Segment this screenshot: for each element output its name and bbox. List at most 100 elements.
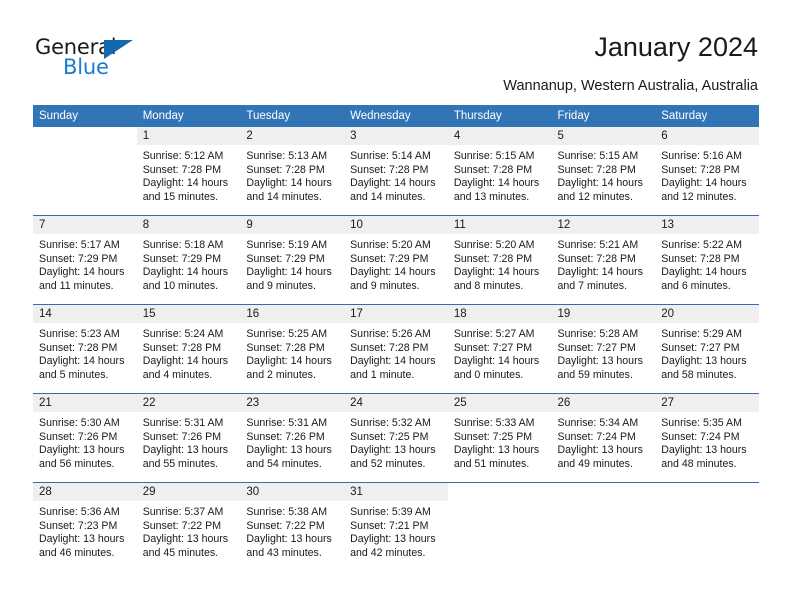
calendar-day-cell[interactable]: 11 Sunrise: 5:20 AM Sunset: 7:28 PM Dayligh… — [447, 215, 552, 305]
day-number: 3 — [344, 127, 448, 145]
day-sun-info-line: Sunrise: 5:23 AM — [39, 328, 120, 340]
day-sun-info: Sunrise: 5:24 AM Sunset: 7:28 PM Daylight:… — [137, 323, 241, 382]
day-sun-info-line: and 45 minutes. — [142, 546, 219, 559]
day-sun-info-line: and 42 minutes. — [350, 546, 426, 559]
calendar-day-cell[interactable]: 12 Sunrise: 5:21 AM Sunset: 7:28 PM Dayligh… — [551, 215, 656, 305]
calendar-day-cell[interactable]: 20 Sunrise: 5:29 AM Sunset: 7:27 PM Dayligh… — [655, 304, 759, 394]
day-sun-info-line: Sunset: 7:28 PM — [246, 341, 325, 354]
day-cell-content: 27 Sunrise: 5:35 AM Sunset: 7:24 PM Dayligh… — [655, 394, 759, 482]
day-sun-info-line: Sunrise: 5:35 AM — [661, 417, 742, 429]
day-sun-info-line: and 46 minutes. — [39, 546, 115, 559]
day-sun-info-line: Sunset: 7:26 PM — [246, 430, 325, 443]
day-number: 21 — [33, 394, 137, 412]
day-sun-info: Sunrise: 5:14 AM Sunset: 7:28 PM Daylight:… — [344, 145, 448, 204]
day-sun-info-line: Daylight: 13 hours — [39, 533, 125, 546]
day-cell-content: 3 Sunrise: 5:14 AM Sunset: 7:28 PM Daylight… — [344, 127, 448, 215]
day-number: 27 — [655, 394, 759, 412]
day-sun-info-line: and 6 minutes. — [661, 279, 731, 292]
day-sun-info-line: Daylight: 14 hours — [39, 266, 125, 279]
day-number: 16 — [240, 305, 345, 323]
calendar-day-cell[interactable]: 18 Sunrise: 5:27 AM Sunset: 7:27 PM Dayligh… — [447, 304, 552, 394]
day-sun-info-line: Sunrise: 5:24 AM — [142, 328, 224, 340]
day-sun-info-line: Sunrise: 5:38 AM — [246, 506, 328, 518]
calendar-day-cell[interactable]: 29 Sunrise: 5:37 AM Sunset: 7:22 PM Dayligh… — [136, 482, 241, 571]
calendar-day-cell[interactable]: 13 Sunrise: 5:22 AM Sunset: 7:28 PM Dayligh… — [655, 215, 759, 305]
calendar-day-cell[interactable]: 23 Sunrise: 5:31 AM Sunset: 7:26 PM Dayligh… — [240, 393, 345, 483]
calendar-day-cell[interactable]: 21 Sunrise: 5:30 AM Sunset: 7:26 PM Dayligh… — [33, 393, 137, 483]
day-number: 7 — [33, 216, 137, 234]
calendar-week-row: 21 Sunrise: 5:30 AM Sunset: 7:26 PM Dayligh… — [33, 393, 759, 483]
day-number: 28 — [33, 483, 137, 501]
day-sun-info: Sunrise: 5:23 AM Sunset: 7:28 PM Daylight:… — [33, 323, 137, 382]
day-sun-info-line: and 12 minutes. — [661, 190, 737, 203]
day-sun-info-line: Sunrise: 5:39 AM — [350, 506, 431, 518]
calendar-day-cell[interactable]: 25 Sunrise: 5:33 AM Sunset: 7:25 PM Dayligh… — [447, 393, 552, 483]
calendar-page: General Blue January 2024 Wannanup, West… — [0, 0, 792, 612]
calendar-day-cell[interactable]: 26 Sunrise: 5:34 AM Sunset: 7:24 PM Dayligh… — [551, 393, 656, 483]
day-sun-info-line: and 1 minute. — [350, 368, 415, 381]
day-sun-info-line: and 2 minutes. — [246, 368, 316, 381]
calendar-day-cell[interactable]: 3 Sunrise: 5:14 AM Sunset: 7:28 PM Daylight… — [344, 127, 448, 216]
day-number: 12 — [551, 216, 656, 234]
day-sun-info-line: and 48 minutes. — [661, 457, 737, 470]
day-number: 20 — [655, 305, 759, 323]
day-sun-info: Sunrise: 5:26 AM Sunset: 7:28 PM Daylight:… — [344, 323, 448, 382]
day-number: 24 — [344, 394, 448, 412]
day-sun-info-line: Sunset: 7:28 PM — [661, 252, 740, 265]
day-sun-info-line: and 59 minutes. — [557, 368, 633, 381]
day-cell-content: 6 Sunrise: 5:16 AM Sunset: 7:28 PM Daylight… — [655, 127, 759, 215]
day-cell-content: 15 Sunrise: 5:24 AM Sunset: 7:28 PM Dayligh… — [136, 305, 241, 393]
day-sun-info-line: Sunrise: 5:32 AM — [350, 417, 431, 429]
page-subtitle-location: Wannanup, Western Australia, Australia — [503, 78, 758, 94]
day-sun-info-line: and 54 minutes. — [246, 457, 322, 470]
day-sun-info: Sunrise: 5:32 AM Sunset: 7:25 PM Daylight:… — [344, 412, 448, 471]
day-cell-content: 9 Sunrise: 5:19 AM Sunset: 7:29 PM Daylight… — [240, 216, 345, 304]
day-number — [655, 483, 759, 501]
day-sun-info-line: Sunset: 7:22 PM — [142, 519, 222, 532]
day-sun-info-line: and 10 minutes. — [142, 279, 219, 292]
calendar-day-cell[interactable]: 9 Sunrise: 5:19 AM Sunset: 7:29 PM Daylight… — [240, 215, 345, 305]
day-sun-info-line: and 52 minutes. — [350, 457, 426, 470]
calendar-day-cell[interactable]: 5 Sunrise: 5:15 AM Sunset: 7:28 PM Daylight… — [551, 127, 656, 216]
day-sun-info-line: and 11 minutes. — [39, 279, 114, 292]
calendar-day-cell[interactable]: 7 Sunrise: 5:17 AM Sunset: 7:29 PM Daylight… — [33, 215, 137, 305]
day-sun-info-line: Daylight: 13 hours — [661, 444, 747, 457]
calendar-day-cell[interactable]: 15 Sunrise: 5:24 AM Sunset: 7:28 PM Dayligh… — [136, 304, 241, 394]
day-sun-info-line: Sunrise: 5:22 AM — [661, 239, 742, 251]
day-number: 29 — [136, 483, 241, 501]
calendar-day-cell[interactable]: 8 Sunrise: 5:18 AM Sunset: 7:29 PM Daylight… — [136, 215, 241, 305]
calendar-day-cell[interactable]: 10 Sunrise: 5:20 AM Sunset: 7:29 PM Dayligh… — [344, 215, 448, 305]
day-cell-content — [551, 483, 656, 571]
brand-logo[interactable]: General Blue — [35, 36, 175, 82]
day-sun-info-line: and 49 minutes. — [557, 457, 633, 470]
day-sun-info-line: and 9 minutes. — [350, 279, 420, 292]
day-cell-content: 12 Sunrise: 5:21 AM Sunset: 7:28 PM Dayligh… — [551, 216, 656, 304]
day-sun-info-line: Daylight: 14 hours — [142, 355, 229, 368]
day-sun-info-line: Daylight: 14 hours — [142, 177, 229, 190]
calendar-day-cell[interactable]: 19 Sunrise: 5:28 AM Sunset: 7:27 PM Dayligh… — [551, 304, 656, 394]
calendar-day-cell[interactable]: 30 Sunrise: 5:38 AM Sunset: 7:22 PM Dayligh… — [240, 482, 345, 571]
calendar-day-cell[interactable]: 27 Sunrise: 5:35 AM Sunset: 7:24 PM Dayligh… — [655, 393, 759, 483]
day-number — [551, 483, 656, 501]
calendar-day-cell[interactable]: 14 Sunrise: 5:23 AM Sunset: 7:28 PM Dayligh… — [33, 304, 137, 394]
calendar-day-cell[interactable]: 22 Sunrise: 5:31 AM Sunset: 7:26 PM Dayligh… — [136, 393, 241, 483]
calendar-day-cell[interactable]: 31 Sunrise: 5:39 AM Sunset: 7:21 PM Dayligh… — [344, 482, 448, 571]
day-sun-info-line: Sunrise: 5:15 AM — [453, 150, 535, 162]
day-cell-content: 29 Sunrise: 5:37 AM Sunset: 7:22 PM Dayligh… — [136, 483, 241, 571]
day-number — [447, 483, 552, 501]
day-sun-info-line: Daylight: 13 hours — [557, 355, 643, 368]
day-cell-content: 17 Sunrise: 5:26 AM Sunset: 7:28 PM Dayligh… — [344, 305, 448, 393]
calendar-day-cell[interactable]: 2 Sunrise: 5:13 AM Sunset: 7:28 PM Daylight… — [240, 127, 345, 216]
calendar-day-cell[interactable]: 24 Sunrise: 5:32 AM Sunset: 7:25 PM Dayligh… — [344, 393, 448, 483]
calendar-day-cell[interactable]: 16 Sunrise: 5:25 AM Sunset: 7:28 PM Dayligh… — [240, 304, 345, 394]
calendar-day-cell[interactable]: 4 Sunrise: 5:15 AM Sunset: 7:28 PM Daylight… — [447, 127, 552, 216]
day-sun-info-line: Sunrise: 5:31 AM — [246, 417, 328, 429]
day-cell-content: 31 Sunrise: 5:39 AM Sunset: 7:21 PM Dayligh… — [344, 483, 448, 571]
calendar-day-cell[interactable]: 6 Sunrise: 5:16 AM Sunset: 7:28 PM Daylight… — [655, 127, 759, 216]
day-sun-info: Sunrise: 5:15 AM Sunset: 7:28 PM Daylight:… — [552, 145, 656, 204]
calendar-day-cell[interactable]: 28 Sunrise: 5:36 AM Sunset: 7:23 PM Dayligh… — [33, 482, 137, 571]
calendar-day-cell[interactable]: 17 Sunrise: 5:26 AM Sunset: 7:28 PM Dayligh… — [344, 304, 448, 394]
calendar-day-cell[interactable]: 1 Sunrise: 5:12 AM Sunset: 7:28 PM Daylight… — [136, 127, 241, 216]
day-sun-info-line: Sunset: 7:29 PM — [39, 252, 118, 265]
calendar-week-row: 28 Sunrise: 5:36 AM Sunset: 7:23 PM Dayligh… — [33, 482, 759, 571]
